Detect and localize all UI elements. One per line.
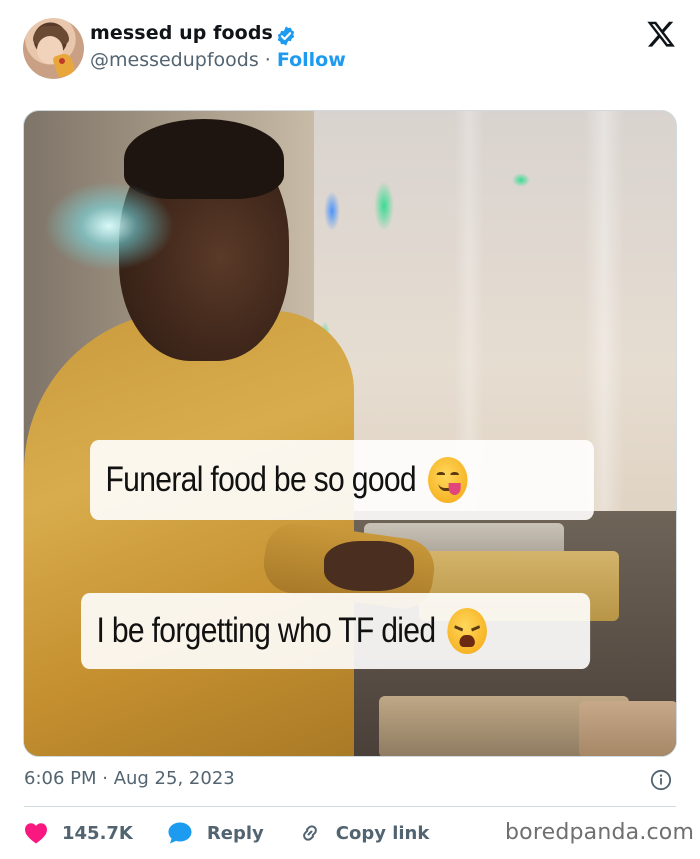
author-name[interactable]: messed up foods bbox=[90, 22, 273, 44]
link-icon bbox=[302, 825, 317, 841]
like-button[interactable]: 145.7K bbox=[24, 822, 133, 844]
follow-button[interactable]: Follow bbox=[277, 49, 346, 71]
author-handle[interactable]: @messedupfoods bbox=[90, 49, 259, 71]
video-caption-1: Funeral food be so good bbox=[90, 440, 594, 520]
copy-link-label: Copy link bbox=[335, 822, 430, 844]
heart-icon bbox=[25, 823, 47, 844]
verified-badge-icon bbox=[277, 26, 295, 46]
weary-emoji-icon bbox=[447, 608, 488, 654]
chat-bubble-icon bbox=[168, 822, 192, 844]
info-icon[interactable] bbox=[650, 769, 672, 791]
caption-text-1: Funeral food be so good bbox=[105, 460, 416, 499]
footer-divider bbox=[24, 806, 676, 807]
tweet-actions: 145.7K Reply Copy link bbox=[24, 818, 463, 848]
source-watermark: boredpanda.com bbox=[505, 820, 695, 845]
reply-button[interactable]: Reply bbox=[167, 821, 264, 845]
tweet-card: messed up foods @messedupfoods · Follow … bbox=[0, 0, 700, 859]
yum-emoji-icon bbox=[428, 457, 468, 503]
author-avatar[interactable] bbox=[23, 18, 84, 79]
tweet-timestamp[interactable]: 6:06 PM · Aug 25, 2023 bbox=[24, 768, 235, 789]
x-logo-icon[interactable] bbox=[647, 20, 675, 48]
reply-label: Reply bbox=[206, 822, 264, 844]
video-caption-2: I be forgetting who TF died bbox=[81, 593, 591, 669]
handle-separator: · bbox=[264, 49, 271, 71]
like-count: 145.7K bbox=[62, 822, 133, 844]
tweet-video-media[interactable]: Funeral food be so good I be forgetting … bbox=[23, 110, 677, 757]
author-handle-row: @messedupfoods · Follow bbox=[90, 49, 346, 71]
caption-text-2: I be forgetting who TF died bbox=[96, 611, 436, 650]
copy-link-button[interactable]: Copy link bbox=[298, 821, 430, 845]
